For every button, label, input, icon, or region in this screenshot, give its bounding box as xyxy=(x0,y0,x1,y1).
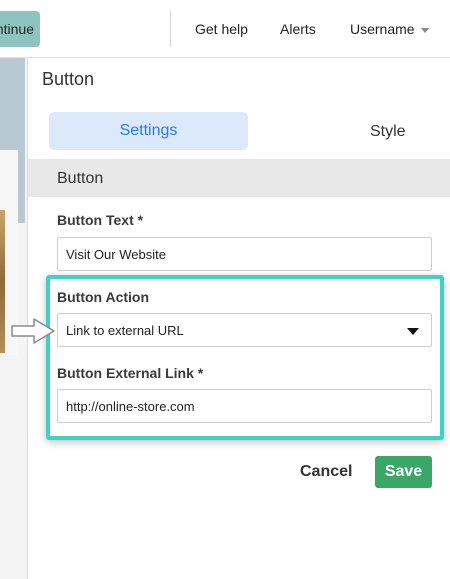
continue-button-label: Continue xyxy=(0,21,34,37)
top-bar: Continue Get help Alerts Username xyxy=(0,0,450,58)
panel-title: Button xyxy=(42,69,95,89)
save-button[interactable]: Save xyxy=(375,456,432,488)
button-settings-panel: Button Settings Style Button Button Text… xyxy=(28,58,450,579)
tab-settings[interactable]: Settings xyxy=(49,112,248,150)
get-help-link[interactable]: Get help xyxy=(195,21,248,37)
cancel-button[interactable]: Cancel xyxy=(300,458,352,486)
button-text-label: Button Text * xyxy=(57,212,144,228)
alerts-link[interactable]: Alerts xyxy=(280,21,316,37)
external-link-label: Button External Link * xyxy=(57,365,204,381)
arrow-right-icon xyxy=(11,318,55,344)
button-action-value: Link to external URL xyxy=(66,322,184,338)
tab-style[interactable]: Style xyxy=(370,123,406,141)
button-action-select[interactable]: Link to external URL xyxy=(57,313,432,347)
top-divider xyxy=(170,11,171,47)
button-text-input[interactable] xyxy=(57,237,432,271)
continue-button[interactable]: Continue xyxy=(0,11,40,47)
caret-down-icon xyxy=(407,328,419,335)
user-menu[interactable]: Username xyxy=(350,21,429,37)
section-header: Button xyxy=(28,159,450,197)
canvas-photo xyxy=(0,210,5,353)
external-link-input[interactable] xyxy=(57,389,432,423)
section-title: Button xyxy=(57,170,104,187)
chevron-down-icon xyxy=(420,27,429,33)
button-action-label: Button Action xyxy=(57,289,150,305)
username-label: Username xyxy=(350,21,415,37)
